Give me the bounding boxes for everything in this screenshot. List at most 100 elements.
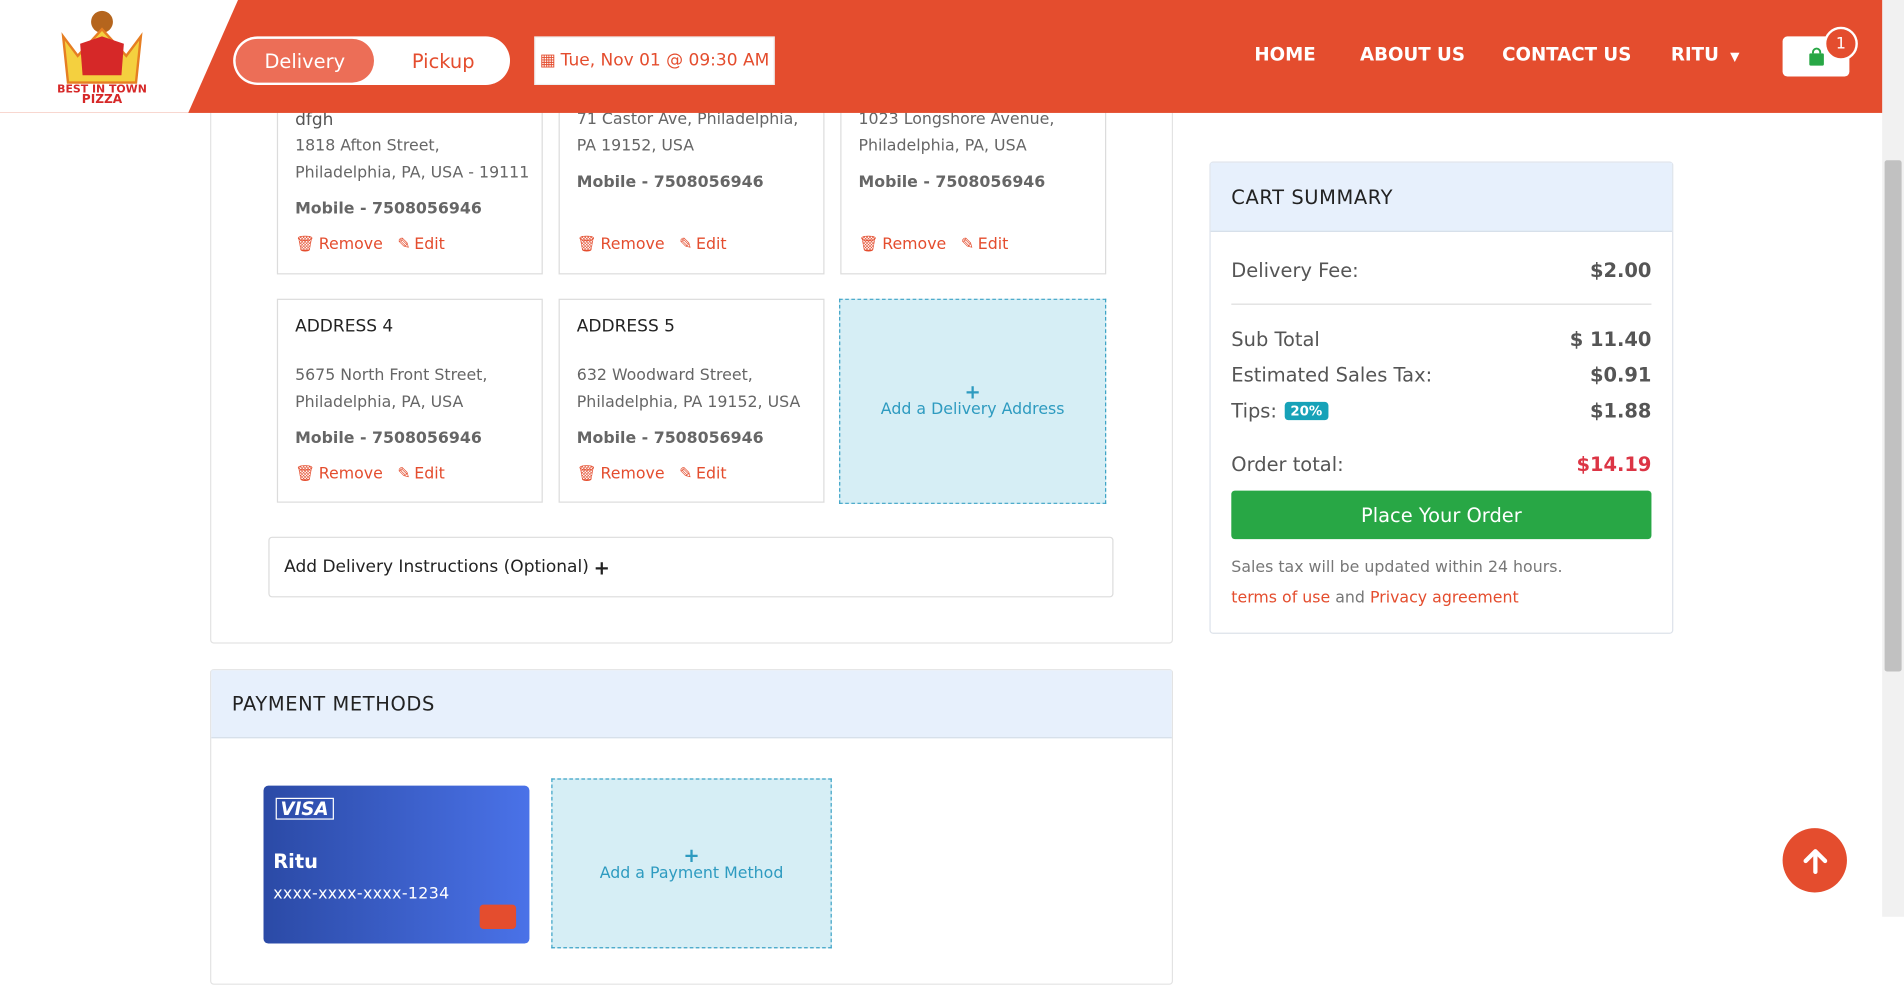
address-actions: 🗑 Remove ✎ Edit — [577, 465, 727, 483]
pizza-logo-icon[interactable]: BEST IN TOWN PIZZA — [53, 7, 150, 104]
privacy-agreement-link[interactable]: Privacy agreement — [1370, 589, 1519, 607]
address-card-5[interactable]: ADDRESS 5 632 Woodward Street, Philadelp… — [558, 298, 825, 503]
address-line-1: 632 Woodward Street, — [576, 366, 753, 385]
pencil-icon: ✎ — [397, 235, 411, 254]
subtotal-row: Sub Total $ 11.40 — [1231, 328, 1651, 351]
tax-note: Sales tax will be updated within 24 hour… — [1231, 558, 1563, 577]
delivery-fee-value: $2.00 — [1589, 258, 1652, 282]
add-delivery-address-button[interactable]: + Add a Delivery Address — [839, 298, 1107, 504]
shopping-bag-icon — [1808, 47, 1824, 65]
calendar-icon: ▦ — [539, 51, 556, 71]
caret-down-icon: ▼ — [1730, 51, 1740, 65]
nav-contact-us[interactable]: CONTACT US — [1502, 44, 1631, 66]
address-actions: 🗑 Remove ✎ Edit — [295, 465, 445, 483]
trash-icon: 🗑 — [295, 465, 316, 484]
add-address-label: Add a Delivery Address — [880, 400, 1065, 419]
address-actions: 🗑 Remove ✎ Edit — [577, 236, 727, 254]
address-line-2: Philadelphia, PA, USA — [295, 393, 464, 412]
plus-icon: + — [593, 555, 610, 579]
order-total-value: $14.19 — [1576, 452, 1652, 477]
edit-address-button[interactable]: ✎ Edit — [679, 236, 726, 254]
cart-summary-title: CART SUMMARY — [1231, 185, 1394, 209]
plus-icon: + — [964, 380, 981, 404]
payment-title: PAYMENT METHODS — [231, 692, 435, 716]
address-line-1: 5675 North Front Street, — [295, 366, 488, 385]
subtotal-value: $ 11.40 — [1569, 327, 1652, 351]
logo-line-2: PIZZA — [82, 92, 123, 104]
subtotal-label: Sub Total — [1231, 327, 1320, 351]
address-line-2: Philadelphia, PA, USA - 19111 — [295, 163, 530, 183]
schedule-date-button[interactable]: ▦ Tue, Nov 01 @ 09:30 AM — [534, 36, 775, 86]
order-total-label: Order total: — [1231, 452, 1344, 477]
address-line-1: 1818 Afton Street, — [295, 137, 440, 156]
legal-links: terms of use and Privacy agreement — [1231, 589, 1518, 607]
address-mobile: Mobile - 7508056946 — [858, 173, 1046, 192]
tips-value: $1.88 — [1589, 399, 1652, 423]
remove-address-button[interactable]: 🗑 Remove — [577, 465, 665, 483]
pencil-icon: ✎ — [679, 235, 693, 254]
edit-address-button[interactable]: ✎ Edit — [961, 236, 1008, 254]
cart-summary: CART SUMMARY Delivery Fee: $2.00 Sub Tot… — [1209, 161, 1674, 634]
pencil-icon: ✎ — [397, 465, 411, 484]
tips-row: Tips: 20% $1.88 — [1231, 400, 1651, 423]
address-line-2: Philadelphia, PA, USA — [858, 137, 1027, 156]
tips-percent-badge[interactable]: 20% — [1284, 401, 1329, 421]
terms-of-use-link[interactable]: terms of use — [1231, 589, 1330, 607]
tax-row: Estimated Sales Tax: $0.91 — [1231, 363, 1651, 386]
payment-header: PAYMENT METHODS — [211, 670, 1172, 739]
pickup-toggle[interactable]: Pickup — [379, 39, 508, 83]
delivery-fee-row: Delivery Fee: $2.00 — [1231, 259, 1651, 282]
address-mobile: Mobile - 7508056946 — [295, 429, 482, 449]
pencil-icon: ✎ — [960, 235, 975, 254]
instructions-label: Add Delivery Instructions (Optional) — [284, 557, 589, 577]
edit-address-button[interactable]: ✎ Edit — [679, 465, 726, 483]
tax-label: Estimated Sales Tax: — [1231, 363, 1433, 387]
trash-icon: 🗑 — [858, 235, 879, 254]
trash-icon: 🗑 — [576, 235, 597, 254]
page: dfgh 1818 Afton Street, Philadelphia, PA… — [0, 0, 1904, 985]
summary-divider — [1231, 303, 1652, 305]
scroll-to-top-button[interactable] — [1782, 828, 1847, 893]
user-name: RITU — [1670, 43, 1719, 66]
user-menu[interactable]: RITU ▼ — [1671, 44, 1740, 66]
and-text: and — [1335, 588, 1365, 608]
tax-value: $0.91 — [1589, 363, 1652, 387]
nav-about-us[interactable]: ABOUT US — [1360, 44, 1465, 66]
trash-icon: 🗑 — [576, 465, 597, 484]
add-payment-label: Add a Payment Method — [599, 864, 784, 883]
pencil-icon: ✎ — [679, 465, 693, 484]
address-card-4[interactable]: ADDRESS 4 5675 North Front Street, Phila… — [276, 298, 543, 503]
saved-card[interactable]: VISA Ritu xxxx-xxxx-xxxx-1234 — [263, 785, 530, 944]
address-mobile: Mobile - 7508056946 — [576, 429, 764, 449]
delivery-toggle[interactable]: Delivery — [235, 38, 375, 83]
delivery-fee-label: Delivery Fee: — [1231, 258, 1359, 282]
address-actions: 🗑 Remove ✎ Edit — [295, 236, 445, 254]
nav-home[interactable]: HOME — [1254, 44, 1315, 66]
add-payment-method-button[interactable]: + Add a Payment Method — [551, 778, 832, 949]
card-number: xxxx-xxxx-xxxx-1234 — [273, 885, 450, 904]
cart-count-badge: 1 — [1823, 26, 1858, 61]
delivery-instructions-toggle[interactable]: Add Delivery Instructions (Optional) + — [268, 536, 1114, 598]
cart-summary-header: CART SUMMARY — [1210, 162, 1673, 232]
address-mobile: Mobile - 7508056946 — [576, 173, 764, 192]
card-holder-name: Ritu — [273, 850, 318, 874]
tips-label: Tips: — [1231, 399, 1277, 423]
scrollbar-thumb[interactable] — [1884, 160, 1902, 672]
address-line-2: PA 19152, USA — [576, 137, 695, 156]
address-title: ADDRESS 5 — [576, 316, 675, 337]
address-actions: 🗑 Remove ✎ Edit — [859, 236, 1009, 254]
arrow-up-icon — [1802, 848, 1827, 874]
address-title: ADDRESS 4 — [295, 316, 394, 337]
address-mobile: Mobile - 7508056946 — [295, 200, 482, 219]
remove-address-button[interactable]: 🗑 Remove — [295, 465, 383, 483]
edit-address-button[interactable]: ✎ Edit — [397, 465, 444, 483]
schedule-date-label: Tue, Nov 01 @ 09:30 AM — [560, 51, 770, 71]
visa-logo: VISA — [275, 797, 334, 820]
remove-address-button[interactable]: 🗑 Remove — [859, 236, 947, 254]
trash-icon: 🗑 — [295, 235, 316, 254]
remove-address-button[interactable]: 🗑 Remove — [295, 236, 383, 254]
place-order-button[interactable]: Place Your Order — [1231, 490, 1652, 540]
remove-address-button[interactable]: 🗑 Remove — [577, 236, 665, 254]
edit-address-button[interactable]: ✎ Edit — [397, 236, 444, 254]
address-line-2: Philadelphia, PA 19152, USA — [576, 393, 801, 412]
